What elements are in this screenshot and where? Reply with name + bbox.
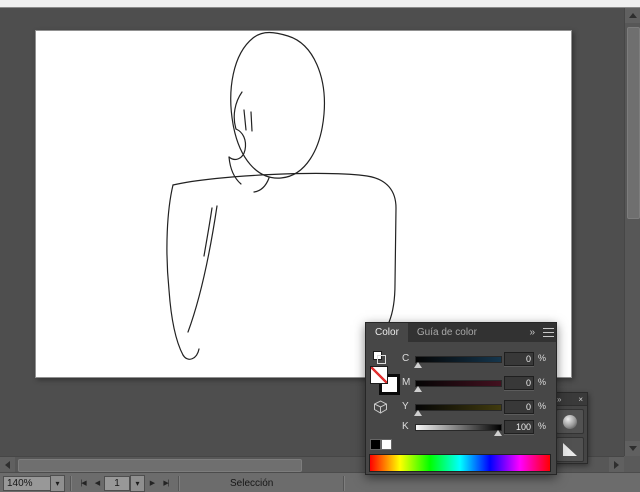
- last-artboard-button[interactable]: ▶|: [159, 476, 173, 490]
- slider-thumb-icon[interactable]: [494, 430, 503, 436]
- mini-stroke-square: [377, 355, 386, 364]
- channel-label: K: [402, 421, 409, 432]
- zoom-dropdown-button[interactable]: ▾: [50, 474, 65, 492]
- fill-stroke-mini-proxy-icon[interactable]: [373, 351, 386, 364]
- black-value-field[interactable]: 100: [504, 420, 534, 434]
- black-slider[interactable]: [415, 424, 503, 436]
- scroll-right-button[interactable]: [609, 457, 624, 472]
- artboard-number-field[interactable]: 1: [104, 475, 130, 491]
- previous-artboard-button[interactable]: ◀: [90, 476, 104, 490]
- fill-proxy-swatch-none[interactable]: [370, 366, 388, 384]
- first-artboard-button[interactable]: |◀: [76, 476, 90, 490]
- status-bar: 140% ▾ |◀ ◀ 1 ▾ ▶ ▶| Selección: [0, 472, 640, 492]
- scroll-up-button[interactable]: [625, 8, 640, 23]
- tab-guia-de-color[interactable]: Guía de color: [408, 323, 486, 342]
- web-safe-cube-icon[interactable]: [373, 400, 388, 419]
- sphere-icon: [563, 414, 577, 429]
- scroll-left-button[interactable]: [0, 457, 15, 472]
- collapsed-panel-dock: » ×: [552, 392, 588, 464]
- zoom-level-field[interactable]: 140%: [3, 475, 50, 491]
- magenta-slider[interactable]: [413, 380, 502, 392]
- vertical-scroll-thumb[interactable]: [627, 27, 640, 219]
- artboard-dropdown-button[interactable]: ▾: [130, 474, 145, 492]
- slider-thumb-icon[interactable]: [413, 386, 422, 392]
- down-arrow-icon: [628, 446, 637, 451]
- expand-panels-button[interactable]: »: [557, 395, 561, 404]
- left-arrow-icon: [5, 460, 10, 469]
- cyan-slider-row: C 0 %: [402, 352, 554, 373]
- collapsed-panel-header: » ×: [553, 393, 587, 406]
- symbols-panel-button[interactable]: [556, 409, 584, 434]
- scrollbar-corner: [624, 456, 640, 472]
- options-bar-edge: [0, 0, 640, 8]
- yellow-value-field[interactable]: 0: [504, 400, 534, 414]
- color-panel-tabbar: Color Guía de color »: [366, 323, 556, 342]
- black-slider-row: K 100 %: [402, 420, 554, 441]
- yellow-slider[interactable]: [413, 404, 502, 416]
- vertical-scrollbar[interactable]: [624, 8, 640, 456]
- close-panel-button[interactable]: ×: [578, 395, 583, 404]
- divider: [343, 475, 344, 491]
- channel-label: C: [402, 353, 410, 364]
- status-text: Selección: [230, 477, 274, 489]
- next-artboard-button[interactable]: ▶: [145, 476, 159, 490]
- percent-label: %: [538, 401, 547, 411]
- brush-wedge-icon: [563, 443, 577, 456]
- panel-menu-button[interactable]: [540, 323, 556, 342]
- hamburger-menu-icon: [542, 328, 554, 337]
- cyan-slider[interactable]: [413, 356, 502, 368]
- right-arrow-icon: [614, 460, 619, 469]
- black-swatch[interactable]: [370, 439, 381, 450]
- divider: [178, 475, 179, 491]
- collapse-to-icons-button[interactable]: »: [524, 323, 540, 342]
- magenta-value-field[interactable]: 0: [504, 376, 534, 390]
- brushes-panel-button[interactable]: [556, 437, 584, 462]
- scroll-down-button[interactable]: [625, 441, 640, 456]
- illustrator-workspace: 140% ▾ |◀ ◀ 1 ▾ ▶ ▶| Selección » × Color…: [0, 0, 640, 492]
- magenta-slider-row: M 0 %: [402, 376, 554, 397]
- divider: [70, 475, 71, 491]
- channel-label: Y: [402, 401, 409, 412]
- percent-label: %: [538, 353, 547, 363]
- tab-color[interactable]: Color: [366, 323, 408, 342]
- color-panel: Color Guía de color » C 0 % M 0 % Y 0 % …: [365, 322, 557, 475]
- cyan-value-field[interactable]: 0: [504, 352, 534, 366]
- white-swatch[interactable]: [381, 439, 392, 450]
- channel-label: M: [402, 377, 411, 388]
- slider-thumb-icon[interactable]: [413, 362, 422, 368]
- slider-thumb-icon[interactable]: [413, 410, 422, 416]
- black-white-swatch-pair: [370, 439, 392, 450]
- color-panel-body: C 0 % M 0 % Y 0 % K 100 %: [366, 342, 556, 474]
- yellow-slider-row: Y 0 %: [402, 400, 554, 421]
- up-arrow-icon: [628, 13, 637, 18]
- color-spectrum-bar[interactable]: [369, 454, 551, 472]
- horizontal-scroll-thumb[interactable]: [18, 459, 302, 472]
- percent-label: %: [538, 421, 547, 431]
- percent-label: %: [538, 377, 547, 387]
